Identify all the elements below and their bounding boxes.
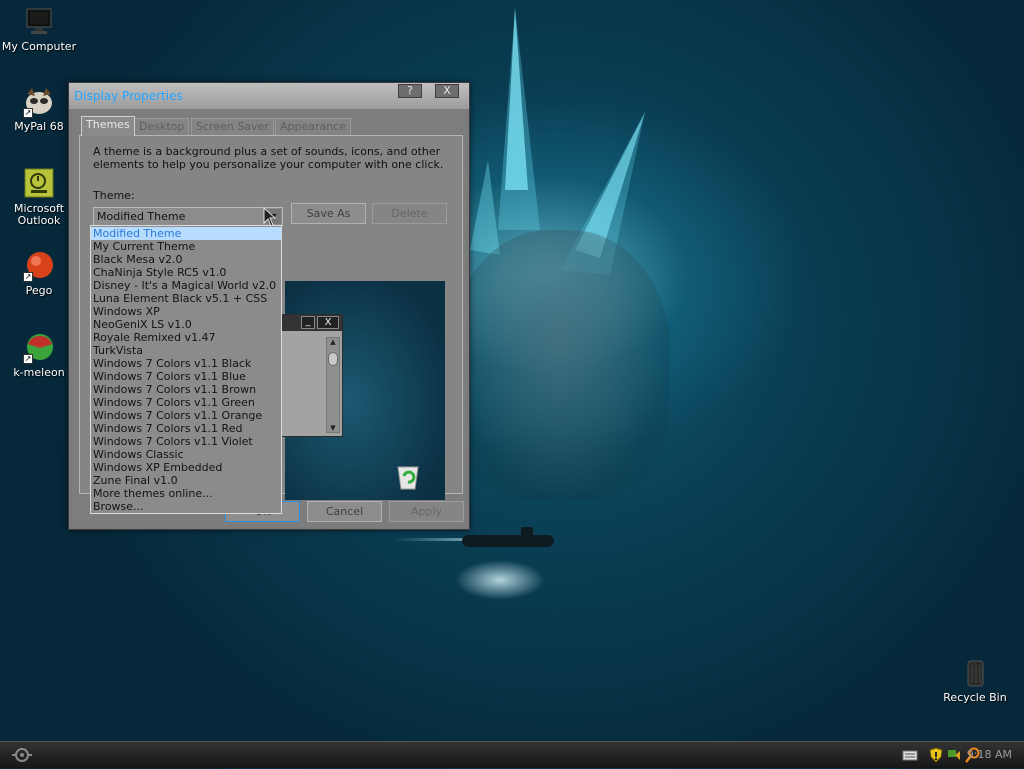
theme-option[interactable]: NeoGeniX LS v1.0 [91,318,281,331]
apply-button[interactable]: Apply [389,501,464,522]
close-button[interactable]: X [435,84,459,98]
scroll-up-icon: ▲ [330,338,336,346]
taskbar: 9:18 AM [0,741,1024,768]
theme-option[interactable]: Luna Element Black v5.1 + CSS [91,292,281,305]
theme-option[interactable]: Royale Remixed v1.47 [91,331,281,344]
recycle-bin-icon [959,657,991,689]
mouse-cursor-icon [263,207,277,227]
theme-option[interactable]: Disney - It's a Magical World v2.0 [91,279,281,292]
desktop-icon-label: My Computer [1,40,77,53]
desktop-icon-recycle-bin[interactable]: Recycle Bin [935,657,1015,704]
theme-preview: _ X ▲ ▼ [279,281,445,500]
tab-screen-saver[interactable]: Screen Saver [191,118,274,135]
save-as-button[interactable]: Save As [291,203,366,224]
title-bar[interactable]: Display Properties ? X [69,83,469,109]
theme-option[interactable]: Windows 7 Colors v1.1 Violet [91,435,281,448]
delete-button[interactable]: Delete [372,203,447,224]
help-button[interactable]: ? [398,84,422,98]
start-orb-icon [12,748,32,762]
theme-option[interactable]: Windows 7 Colors v1.1 Brown [91,383,281,396]
scroll-thumb [328,352,338,366]
preview-scrollbar: ▲ ▼ [326,337,340,433]
scroll-down-icon: ▼ [330,424,336,432]
theme-option[interactable]: Windows 7 Colors v1.1 Black [91,357,281,370]
theme-option[interactable]: Windows Classic [91,448,281,461]
theme-select[interactable]: Modified Theme ▼ [93,207,283,226]
theme-option-modified[interactable]: Modified Theme [91,227,281,240]
themes-description: A theme is a background plus a set of so… [93,145,444,171]
window-title: Display Properties [74,89,183,103]
preview-minimize-icon: _ [301,316,315,329]
preview-title-bar: _ X [280,315,342,331]
computer-icon [23,6,55,38]
network-icon[interactable] [946,747,962,763]
theme-option[interactable]: Windows 7 Colors v1.1 Orange [91,409,281,422]
pego-icon: ↗ [23,250,55,282]
tab-themes[interactable]: Themes [81,116,135,136]
desktop-icon-label: Recycle Bin [943,691,1007,704]
theme-option[interactable]: Windows 7 Colors v1.1 Blue [91,370,281,383]
theme-option-more-online[interactable]: More themes online... [91,487,281,500]
theme-option[interactable]: ChaNinja Style RC5 v1.0 [91,266,281,279]
desktop-icon-my-computer[interactable]: My Computer [0,6,79,53]
tab-appearance[interactable]: Appearance [275,118,352,135]
kmeleon-icon: ↗ [23,332,55,364]
theme-option[interactable]: Windows 7 Colors v1.1 Red [91,422,281,435]
preview-window-body: ▲ ▼ [280,331,342,436]
wallpaper-submarine-tower [521,527,533,537]
theme-option-browse[interactable]: Browse... [91,500,281,513]
tab-desktop[interactable]: Desktop [134,118,190,135]
theme-option[interactable]: Zune Final v1.0 [91,474,281,487]
keyboard-icon[interactable] [902,747,918,763]
theme-option[interactable]: Windows XP [91,305,281,318]
theme-option[interactable]: TurkVista [91,344,281,357]
wallpaper-creature [450,230,670,500]
theme-select-value: Modified Theme [97,210,186,223]
clock[interactable]: 9:18 AM [967,748,1012,761]
cancel-button[interactable]: Cancel [307,501,382,522]
preview-window: _ X ▲ ▼ [279,314,343,437]
mypal-icon: ↗ [23,86,55,118]
theme-option[interactable]: My Current Theme [91,240,281,253]
theme-label: Theme: [93,189,135,202]
system-tray: 9:18 AM [874,742,1024,769]
theme-option[interactable]: Windows 7 Colors v1.1 Green [91,396,281,409]
wallpaper-trail [395,538,465,541]
theme-dropdown-list[interactable]: Modified Theme My Current Theme Black Me… [90,225,282,514]
preview-close-icon: X [317,316,339,329]
wallpaper-submarine [462,535,554,547]
security-shield-icon[interactable] [928,747,944,763]
shortcut-arrow-icon: ↗ [23,354,33,364]
theme-option[interactable]: Windows XP Embedded [91,461,281,474]
wallpaper-lights [455,560,545,600]
start-button[interactable] [4,744,40,766]
shortcut-arrow-icon: ↗ [23,272,33,282]
shortcut-arrow-icon: ↗ [23,108,33,118]
preview-recycle-bin-icon [395,462,419,490]
outlook-icon [23,168,55,200]
theme-option[interactable]: Black Mesa v2.0 [91,253,281,266]
